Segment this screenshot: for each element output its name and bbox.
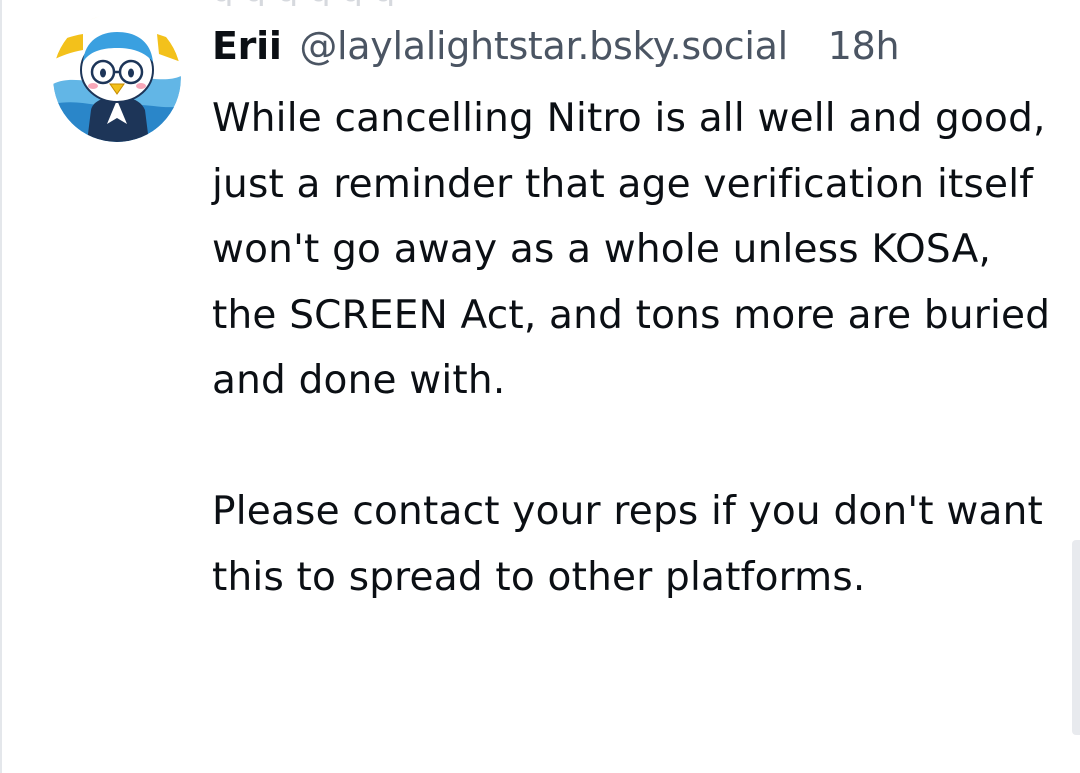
author-display-name[interactable]: Erii xyxy=(212,24,282,68)
previous-post-fragment: ɥ ɥ ɥ ɥ ɥ ɥ xyxy=(212,0,395,6)
post-paragraph: Please contact your reps if you don't wa… xyxy=(212,489,1043,600)
author-avatar[interactable] xyxy=(53,14,181,142)
post-paragraph: While cancelling Nitro is all well and g… xyxy=(212,96,1051,403)
author-handle[interactable]: @laylalightstar.bsky.social xyxy=(299,24,788,68)
post-body: While cancelling Nitro is all well and g… xyxy=(212,86,1057,610)
scrollbar[interactable] xyxy=(1072,540,1080,735)
post-header: Erii @laylalightstar.bsky.social 18h xyxy=(212,18,1040,74)
penguin-character-avatar-icon xyxy=(53,14,181,142)
post-timestamp[interactable]: 18h xyxy=(828,24,900,68)
thread-line xyxy=(0,0,2,773)
post-screen: ɥ ɥ ɥ ɥ ɥ ɥ xyxy=(0,0,1080,773)
